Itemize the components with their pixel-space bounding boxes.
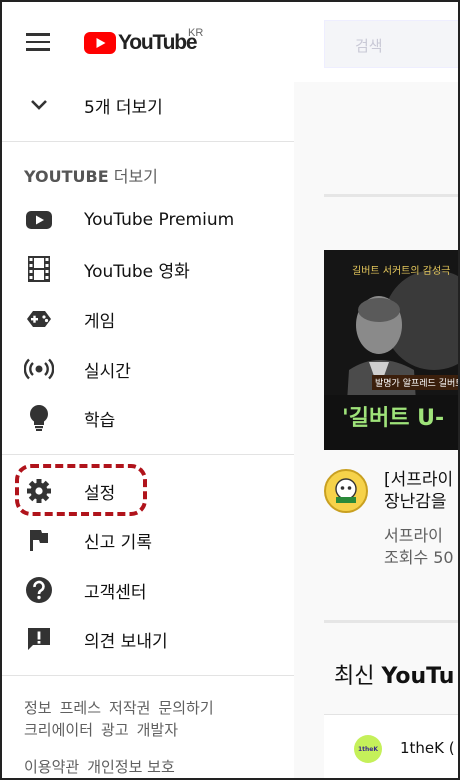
channel-card[interactable]: 1theK 1theK (	[324, 714, 458, 778]
divider	[2, 141, 294, 142]
sidebar: YouTube KR 5개 더보기 YOUTUBE 더보기 YouTube Pr…	[2, 2, 294, 778]
footer-links-3: 이용약관 개인정보 보호	[24, 756, 183, 777]
gamepad-icon	[24, 304, 54, 334]
footer-link-creators[interactable]: 크리에이터	[24, 721, 93, 739]
sidebar-item-gaming[interactable]: 게임	[2, 294, 294, 344]
youtube-logo-icon	[84, 32, 116, 54]
video-title-line2: 장난감을	[384, 492, 447, 512]
footer-link-advertise[interactable]: 광고	[101, 721, 129, 739]
country-code: KR	[188, 27, 204, 39]
sidebar-item-label: 의견 보내기	[84, 631, 168, 652]
card-channel-avatar: 1theK	[354, 735, 382, 763]
section-title-rest: 더보기	[108, 167, 158, 186]
feedback-icon	[24, 624, 54, 654]
video-title[interactable]: [서프라이 장난감을	[384, 469, 453, 513]
sidebar-item-label: 실시간	[84, 361, 131, 382]
sidebar-item-youtube-premium[interactable]: YouTube Premium	[2, 195, 294, 245]
card-avatar-text: 1theK	[357, 745, 379, 753]
video-meta: 서프라이 조회수 50	[384, 525, 454, 569]
section-title-bold: YOUTUBE	[24, 167, 109, 186]
divider	[2, 675, 294, 676]
thumbnail-caption-top: 길버트 서커트의 감성극	[352, 266, 451, 277]
sidebar-item-youtube-movies[interactable]: YouTube 영화	[2, 244, 294, 294]
app-window: YouTube KR 5개 더보기 YOUTUBE 더보기 YouTube Pr…	[0, 0, 460, 780]
footer-links-1: 정보 프레스 저작권 문의하기	[24, 697, 222, 718]
youtube-logo[interactable]: YouTube KR	[84, 27, 203, 56]
channel-avatar[interactable]	[324, 469, 368, 513]
footer-link-about[interactable]: 정보	[24, 699, 52, 717]
sidebar-item-help[interactable]: 고객센터	[2, 565, 294, 615]
footer-links-2: 크리에이터 광고 개발자	[24, 719, 186, 740]
search-input[interactable]: 검색	[324, 20, 458, 68]
show-more-label: 5개 더보기	[84, 97, 163, 118]
search-placeholder: 검색	[355, 38, 383, 55]
shelf-title-bold: YouTu	[381, 664, 455, 689]
section-title: YOUTUBE 더보기	[24, 163, 158, 187]
logo-text: YouTube	[118, 31, 198, 54]
lightbulb-icon	[24, 403, 54, 433]
chevron-down-icon	[24, 90, 54, 120]
sidebar-item-feedback[interactable]: 의견 보내기	[2, 614, 294, 664]
shelf-title: 최신 YouTu	[334, 658, 454, 690]
sidebar-item-label: YouTube Premium	[84, 210, 235, 230]
main-content: 검색 길버트 서커트의 감성극 발명가 알프레드 길버트 '길버트 U- [서프…	[294, 2, 458, 778]
sidebar-item-live[interactable]: 실시간	[2, 344, 294, 394]
sidebar-item-label: 설정	[84, 483, 116, 504]
sidebar-item-label: 고객센터	[84, 582, 147, 603]
footer-link-press[interactable]: 프레스	[60, 699, 101, 717]
youtube-play-icon	[24, 205, 54, 235]
video-channel-name[interactable]: 서프라이	[384, 525, 454, 547]
flag-icon	[24, 525, 54, 555]
menu-icon[interactable]	[26, 33, 50, 51]
sidebar-header: YouTube KR	[2, 2, 294, 82]
video-thumbnail[interactable]: 길버트 서커트의 감성극 발명가 알프레드 길버트 '길버트 U-	[324, 250, 458, 450]
main-header: 검색	[294, 2, 458, 82]
footer-link-privacy[interactable]: 개인정보 보호	[87, 758, 175, 776]
sidebar-item-label: 학습	[84, 410, 116, 431]
live-broadcast-icon	[24, 354, 54, 384]
thumbnail-caption-big: '길버트 U-	[342, 406, 445, 431]
footer-link-terms[interactable]: 이용약관	[24, 758, 79, 776]
footer-link-developers[interactable]: 개발자	[137, 721, 178, 739]
video-title-line1: [서프라이	[384, 470, 454, 490]
sidebar-item-learning[interactable]: 학습	[2, 393, 294, 443]
film-icon	[24, 254, 54, 284]
divider	[2, 454, 294, 455]
show-more-button[interactable]: 5개 더보기	[2, 80, 294, 130]
sidebar-item-settings[interactable]: 설정	[2, 466, 294, 516]
gear-icon	[24, 476, 54, 506]
card-channel-name: 1theK (	[400, 739, 455, 757]
shelf-title-prefix: 최신	[334, 664, 382, 689]
sidebar-item-label: 신고 기록	[84, 532, 152, 553]
thumbnail-caption-mid: 발명가 알프레드 길버트	[372, 375, 458, 390]
sidebar-item-label: 게임	[84, 311, 116, 332]
footer-link-contact[interactable]: 문의하기	[158, 699, 213, 717]
video-views: 조회수 50	[384, 548, 454, 567]
sidebar-item-label: YouTube 영화	[84, 261, 190, 282]
footer-link-copyright[interactable]: 저작권	[109, 699, 150, 717]
help-icon	[24, 575, 54, 605]
sidebar-item-report-history[interactable]: 신고 기록	[2, 515, 294, 565]
section-divider	[324, 620, 458, 623]
section-divider	[324, 194, 458, 197]
